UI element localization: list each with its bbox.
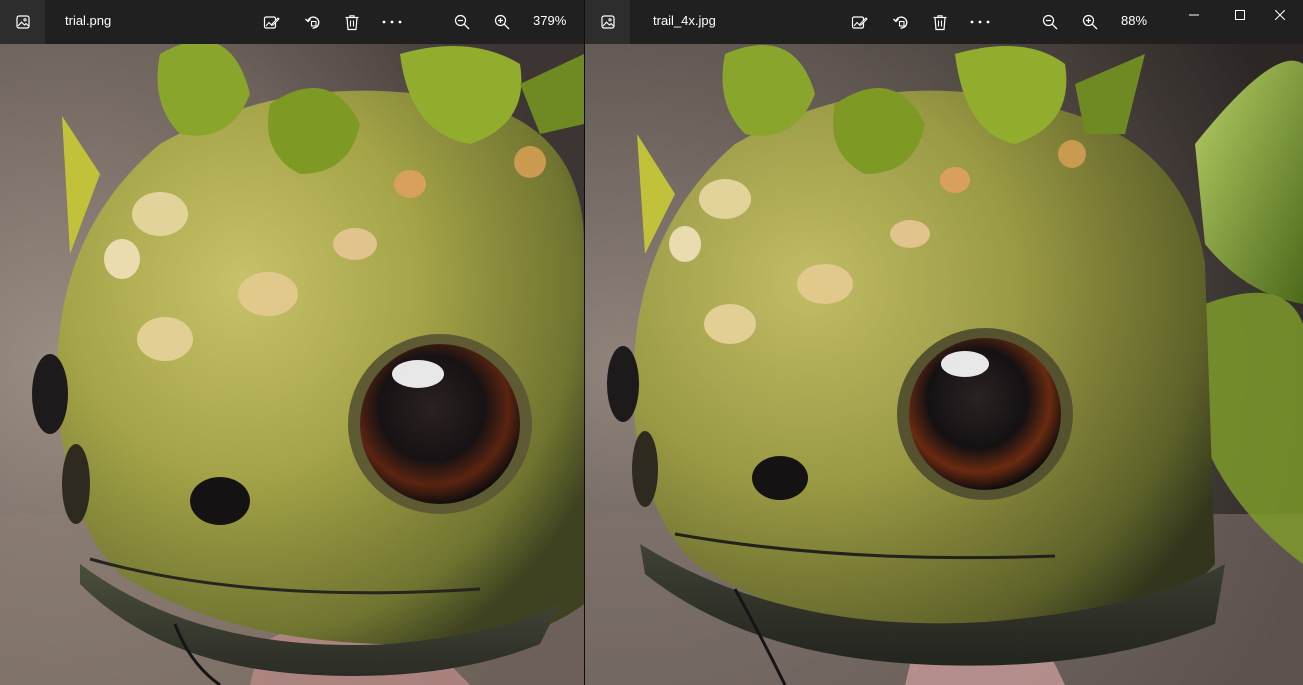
delete-icon — [933, 14, 947, 30]
edit-image-icon — [851, 15, 868, 29]
left-edit-button[interactable] — [257, 8, 285, 36]
delete-icon — [345, 14, 359, 30]
close-button[interactable] — [1257, 0, 1303, 30]
photo-icon — [600, 15, 615, 29]
right-more-button[interactable] — [966, 8, 994, 36]
left-image-canvas[interactable] — [0, 44, 584, 685]
right-rotate-button[interactable] — [886, 8, 914, 36]
close-icon — [1275, 10, 1285, 20]
right-edit-button[interactable] — [845, 8, 873, 36]
edit-image-icon — [263, 15, 280, 29]
left-rotate-button[interactable] — [298, 8, 326, 36]
right-file-title: trail_4x.jpg — [653, 13, 716, 28]
zoom-out-icon — [454, 14, 470, 30]
right-photo-viewer: trail_4x.jpg 88% — [585, 0, 1303, 685]
right-zoom-in-button[interactable] — [1076, 8, 1104, 36]
more-options-icon — [970, 20, 990, 24]
more-options-icon — [382, 20, 402, 24]
right-creature-image — [585, 44, 1303, 685]
right-zoom-out-button[interactable] — [1036, 8, 1064, 36]
maximize-icon — [1235, 10, 1245, 20]
zoom-out-icon — [1042, 14, 1058, 30]
photos-app-side-by-side: trial.png 379% trail_4x.jpg 88% — [0, 0, 1303, 685]
rotate-icon — [892, 15, 907, 29]
left-zoom-out-button[interactable] — [448, 8, 476, 36]
left-zoom-level[interactable]: 379% — [533, 13, 566, 28]
left-file-title: trial.png — [65, 13, 112, 28]
minimize-icon — [1189, 14, 1199, 16]
left-photo-viewer: trial.png 379% — [0, 0, 584, 685]
photo-icon — [15, 15, 30, 29]
left-titlebar: trial.png 379% — [0, 0, 584, 44]
left-creature-image — [0, 44, 584, 685]
right-titlebar: trail_4x.jpg 88% — [585, 0, 1303, 44]
minimize-button[interactable] — [1171, 0, 1217, 30]
rotate-icon — [304, 15, 319, 29]
right-image-canvas[interactable] — [585, 44, 1303, 685]
left-delete-button[interactable] — [338, 8, 366, 36]
right-delete-button[interactable] — [926, 8, 954, 36]
zoom-in-icon — [1082, 14, 1098, 30]
left-app-icon-button[interactable] — [0, 0, 45, 44]
left-zoom-in-button[interactable] — [488, 8, 516, 36]
left-more-button[interactable] — [378, 8, 406, 36]
right-app-icon-button[interactable] — [585, 0, 630, 44]
zoom-in-icon — [494, 14, 510, 30]
right-zoom-level[interactable]: 88% — [1121, 13, 1147, 28]
